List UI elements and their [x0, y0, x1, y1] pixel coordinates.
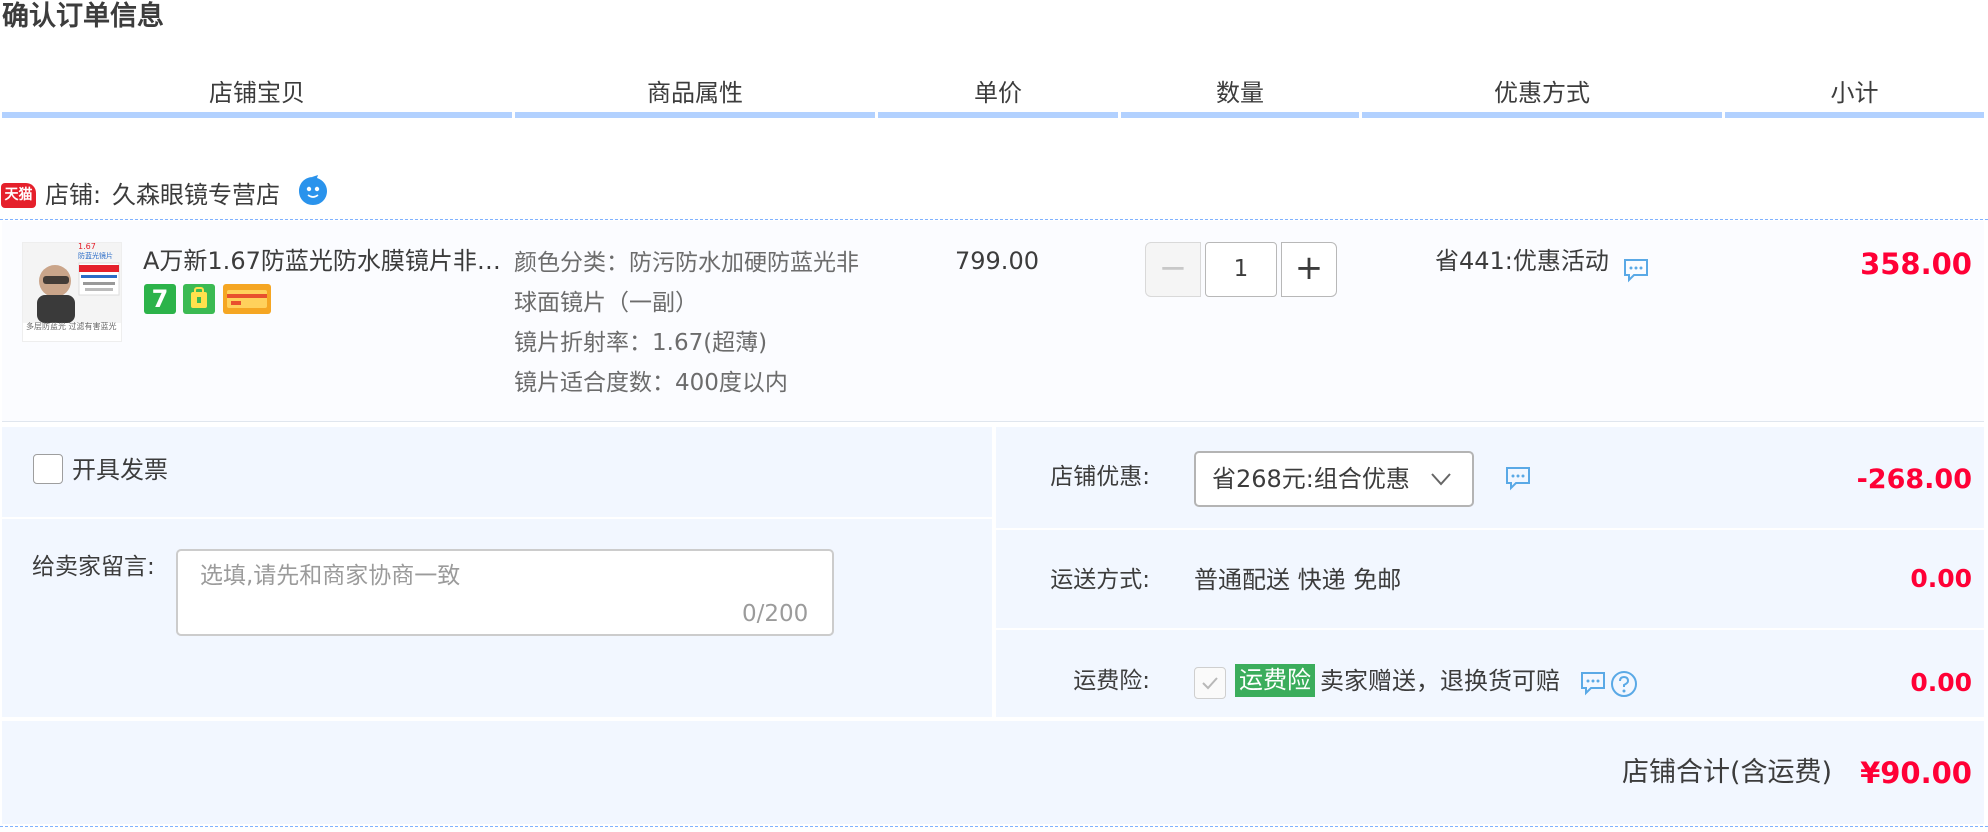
insurance-description: 卖家赠送，退换货可赔: [1320, 667, 1560, 695]
column-underline: [515, 112, 875, 118]
page-title: 确认订单信息: [2, 1, 164, 32]
insurance-amount: 0.00: [1910, 668, 1972, 697]
tmall-badge-icon: 天猫: [1, 183, 36, 208]
column-header-unit-price: 单价: [974, 79, 1022, 107]
invoice-checkbox[interactable]: [33, 454, 63, 484]
shipping-label: 运送方式:: [1050, 567, 1150, 593]
shop-label: 店铺:: [45, 181, 102, 209]
insurance-checkbox: [1194, 667, 1226, 699]
attribute-refractive-index: 镜片折射率：1.67(超薄): [514, 330, 768, 356]
insurance-badge: 运费险: [1235, 664, 1315, 697]
guarantee-bag-icon[interactable]: [183, 284, 215, 314]
attribute-power-range: 镜片适合度数：400度以内: [514, 370, 788, 396]
check-icon: [1202, 677, 1218, 690]
quantity-decrease-button[interactable]: −: [1145, 242, 1201, 297]
insurance-comment-icon[interactable]: [1579, 670, 1607, 696]
column-header-promotion: 优惠方式: [1494, 79, 1590, 107]
shop-discount-amount: -268.00: [1856, 464, 1972, 495]
bottom-divider: [0, 826, 1988, 827]
promotion-text: 省441:优惠活动: [1435, 247, 1609, 275]
product-title-link[interactable]: A万新1.67防蓝光防水膜镜片非球面: [143, 243, 503, 279]
column-header-item: 店铺宝贝: [209, 79, 305, 107]
promo-comment-icon[interactable]: [1622, 257, 1650, 283]
column-underline: [1121, 112, 1359, 118]
column-underline: [1362, 112, 1722, 118]
discount-comment-icon[interactable]: [1504, 465, 1532, 491]
thumbnail-text: 1.67: [78, 242, 96, 251]
column-underline: [2, 112, 512, 118]
column-header-attributes: 商品属性: [647, 79, 743, 107]
insurance-label: 运费险:: [1073, 668, 1150, 694]
quantity-input[interactable]: 1: [1205, 242, 1277, 297]
attribute-color: 颜色分类：防污防水加硬防蓝光非: [514, 250, 859, 276]
shop-divider: [0, 219, 1988, 220]
credit-card-icon[interactable]: [223, 284, 271, 314]
shipping-method: 普通配送 快递 免邮: [1194, 566, 1402, 594]
thumbnail-caption: 多层防蓝光 过滤有害蓝光: [26, 322, 117, 331]
message-label: 给卖家留言:: [32, 554, 155, 580]
quantity-increase-button[interactable]: +: [1281, 242, 1337, 297]
seven-day-return-icon[interactable]: 7: [144, 284, 176, 314]
wangwang-icon[interactable]: [296, 174, 330, 208]
column-underline: [878, 112, 1118, 118]
message-char-count: 0/200: [742, 601, 809, 627]
help-icon[interactable]: [1610, 670, 1638, 698]
shop-total-label: 店铺合计(含运费): [1622, 757, 1833, 788]
shop-name-link[interactable]: 久森眼镜专营店: [112, 178, 280, 212]
thumbnail-text: 防蓝光镜片: [78, 252, 113, 260]
unit-price: 799.00: [955, 247, 1039, 275]
invoice-label[interactable]: 开具发票: [72, 453, 168, 487]
attribute-color-cont: 球面镜片（一副）: [514, 290, 698, 316]
shipping-amount: 0.00: [1910, 564, 1972, 593]
column-header-quantity: 数量: [1216, 79, 1264, 107]
chevron-down-icon[interactable]: [1428, 466, 1454, 492]
shop-discount-selected[interactable]: 省268元:组合优惠: [1212, 462, 1410, 496]
message-placeholder: 选填,请先和商家协商一致: [200, 563, 461, 589]
column-underline: [1725, 112, 1984, 118]
shop-discount-label: 店铺优惠:: [1050, 464, 1150, 490]
item-subtotal: 358.00: [1860, 247, 1972, 281]
shop-total-amount: ¥90.00: [1860, 756, 1972, 790]
column-header-subtotal: 小计: [1830, 79, 1879, 107]
